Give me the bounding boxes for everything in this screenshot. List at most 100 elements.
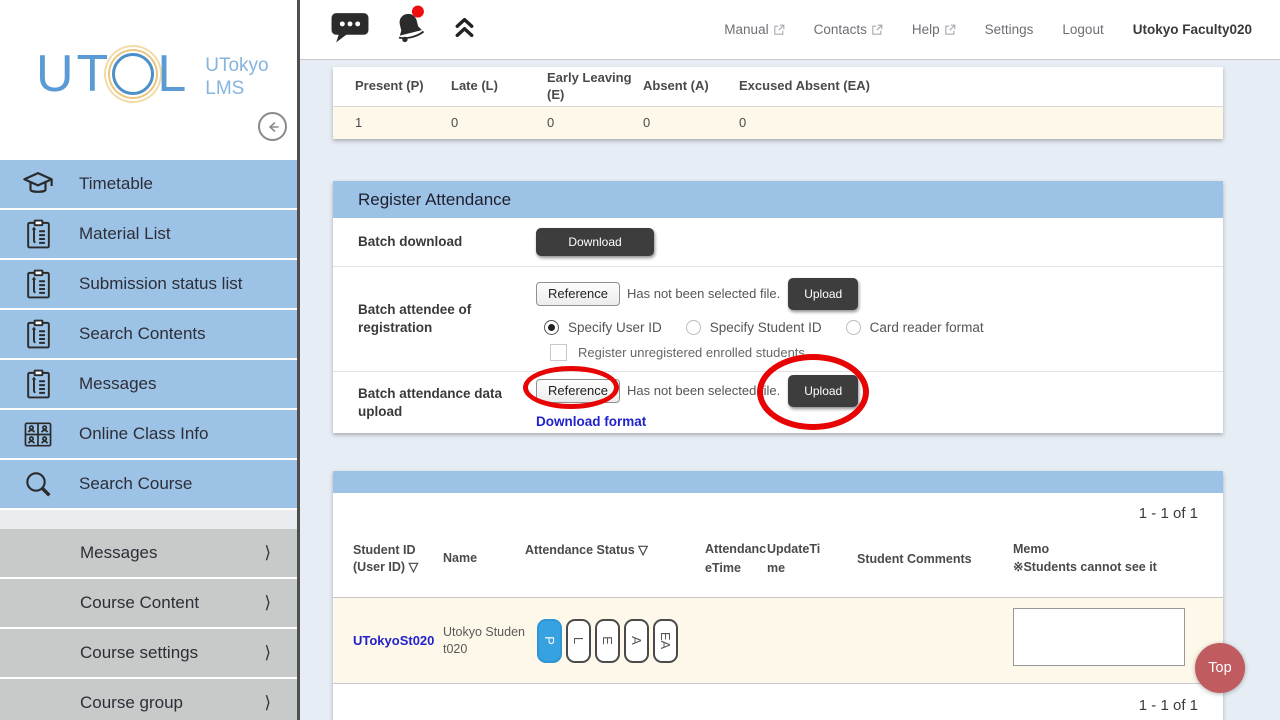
register-unregistered-label: Register unregistered enrolled students <box>578 345 805 360</box>
chevron-right-icon: ⟩ <box>264 693 271 713</box>
sidebar: UT L UTokyo LMS Timetable Material List <box>0 0 300 720</box>
clipboard-icon <box>19 219 57 250</box>
attendance-list-panel: 1 - 1 of 1 Student ID (User ID) ▽ Name A… <box>333 471 1223 720</box>
radio-specify-user-id[interactable] <box>544 320 559 335</box>
status-button-present[interactable]: P <box>537 619 562 663</box>
reference-button[interactable]: Reference <box>536 379 620 403</box>
file-status-text: Has not been selected file. <box>627 286 780 301</box>
sidebar-item-search-contents[interactable]: Search Contents <box>0 310 297 358</box>
summary-value-present: 1 <box>355 115 451 131</box>
register-unregistered-checkbox[interactable] <box>550 344 567 361</box>
batch-download-label: Batch download <box>358 233 536 251</box>
summary-header-excused-absent: Excused Absent (EA) <box>739 78 889 94</box>
summary-value-absent: 0 <box>643 115 739 131</box>
sidebar-item-course-group[interactable]: Course group ⟩ <box>0 679 297 720</box>
sidebar-item-material-list[interactable]: Material List <box>0 210 297 258</box>
status-button-early-leaving[interactable]: E <box>595 619 620 663</box>
graduation-cap-icon <box>19 169 57 199</box>
upload-button[interactable]: Upload <box>788 375 858 407</box>
topbar-link-contacts[interactable]: Contacts <box>814 22 883 37</box>
sidebar-item-course-settings[interactable]: Course settings ⟩ <box>0 629 297 677</box>
table-row: UTokyoSt020 Utokyo Student020 P L E A EA <box>333 598 1223 684</box>
batch-download-row: Batch download Download <box>333 218 1223 266</box>
attendance-summary-table: Present (P) Late (L) Early Leaving (E) A… <box>333 67 1223 139</box>
sidebar-item-timetable[interactable]: Timetable <box>0 160 297 208</box>
register-attendance-panel: Register Attendance Batch download Downl… <box>333 181 1223 433</box>
summary-header-present: Present (P) <box>355 78 451 94</box>
status-button-late[interactable]: L <box>566 619 591 663</box>
download-format-link[interactable]: Download format <box>536 414 646 429</box>
attendance-list-header-band <box>333 471 1223 493</box>
sidebar-item-submission-status[interactable]: Submission status list <box>0 260 297 308</box>
clipboard-icon <box>19 319 57 350</box>
summary-value-early-leaving: 0 <box>547 115 643 131</box>
utol-logo: UT L UTokyo LMS <box>36 48 269 101</box>
topbar-link-help[interactable]: Help <box>912 22 956 37</box>
external-link-icon <box>871 24 883 36</box>
topbar-username: Utokyo Faculty020 <box>1133 22 1252 37</box>
chat-icon[interactable] <box>330 10 370 49</box>
sidebar-item-messages[interactable]: Messages <box>0 360 297 408</box>
register-attendance-title: Register Attendance <box>333 181 1223 218</box>
external-link-icon <box>944 24 956 36</box>
file-status-text: Has not been selected file. <box>627 383 780 398</box>
online-class-icon <box>19 420 57 449</box>
bell-icon[interactable] <box>390 7 430 53</box>
header-student-comments: Student Comments <box>857 552 1013 566</box>
logo-ring-icon <box>112 53 154 95</box>
sidebar-item-online-class-info[interactable]: Online Class Info <box>0 410 297 458</box>
logo-text-ut: UT <box>36 48 111 100</box>
double-chevron-up-icon[interactable] <box>450 13 479 47</box>
pagination-top: 1 - 1 of 1 <box>333 493 1223 524</box>
summary-header-early-leaving: Early Leaving (E) <box>547 70 643 103</box>
topbar-link-settings[interactable]: Settings <box>985 22 1034 37</box>
status-button-absent[interactable]: A <box>624 619 649 663</box>
topbar: Manual Contacts Help Settings Logout Uto… <box>300 0 1280 60</box>
logo-subtitle: UTokyo LMS <box>205 55 268 101</box>
student-name: Utokyo Student020 <box>443 624 525 657</box>
status-button-excused-absent[interactable]: EA <box>653 619 678 663</box>
batch-attendance-upload-row: Batch attendance data upload Reference H… <box>333 371 1223 433</box>
pagination-bottom: 1 - 1 of 1 <box>333 684 1223 720</box>
sidebar-item-search-course[interactable]: Search Course <box>0 460 297 508</box>
chevron-right-icon: ⟩ <box>264 643 271 663</box>
batch-attendance-upload-label: Batch attendance data upload <box>358 385 536 420</box>
external-link-icon <box>773 24 785 36</box>
summary-header-late: Late (L) <box>451 78 547 94</box>
logo-text-l: L <box>157 48 189 100</box>
batch-attendee-label: Batch attendee of registration <box>358 301 536 336</box>
sidebar-nav-primary: Timetable Material List Submission statu… <box>0 160 297 508</box>
header-name: Name <box>443 550 525 566</box>
header-memo: Memo ※Students cannot see it <box>1013 541 1198 576</box>
reference-button[interactable]: Reference <box>536 282 620 306</box>
attendance-status-buttons: P L E A EA <box>525 619 693 663</box>
left-arrow-icon <box>265 119 281 135</box>
header-update-time: UpdateTime <box>767 540 827 576</box>
sidebar-item-messages-secondary[interactable]: Messages ⟩ <box>0 529 297 577</box>
search-icon <box>19 468 57 500</box>
chevron-right-icon: ⟩ <box>264 543 271 563</box>
radio-card-reader-format[interactable] <box>846 320 861 335</box>
student-id-link[interactable]: UTokyoSt020 <box>353 632 443 650</box>
attendance-table-header-row: Student ID (User ID) ▽ Name Attendance S… <box>333 524 1223 598</box>
topbar-link-manual[interactable]: Manual <box>724 22 784 37</box>
upload-button[interactable]: Upload <box>788 278 858 310</box>
summary-header-row: Present (P) Late (L) Early Leaving (E) A… <box>333 67 1223 107</box>
header-attendance-time: AttendanceTime <box>705 540 767 576</box>
header-attendance-status-sort[interactable]: Attendance Status ▽ <box>525 542 693 557</box>
scroll-to-top-button[interactable]: Top <box>1195 643 1245 693</box>
clipboard-icon <box>19 269 57 300</box>
sidebar-collapse-button[interactable] <box>258 112 287 141</box>
sidebar-nav-secondary: Messages ⟩ Course Content ⟩ Course setti… <box>0 529 297 720</box>
radio-specify-student-id[interactable] <box>686 320 701 335</box>
summary-header-absent: Absent (A) <box>643 78 739 94</box>
sidebar-item-course-content[interactable]: Course Content ⟩ <box>0 579 297 627</box>
download-button[interactable]: Download <box>536 228 654 256</box>
memo-input[interactable] <box>1013 608 1185 666</box>
main-content: Present (P) Late (L) Early Leaving (E) A… <box>300 60 1280 720</box>
summary-value-excused-absent: 0 <box>739 115 889 131</box>
summary-value-row: 1 0 0 0 0 <box>333 107 1223 139</box>
header-student-id-sort[interactable]: Student ID (User ID) ▽ <box>353 542 443 576</box>
summary-value-late: 0 <box>451 115 547 131</box>
topbar-link-logout[interactable]: Logout <box>1062 22 1103 37</box>
